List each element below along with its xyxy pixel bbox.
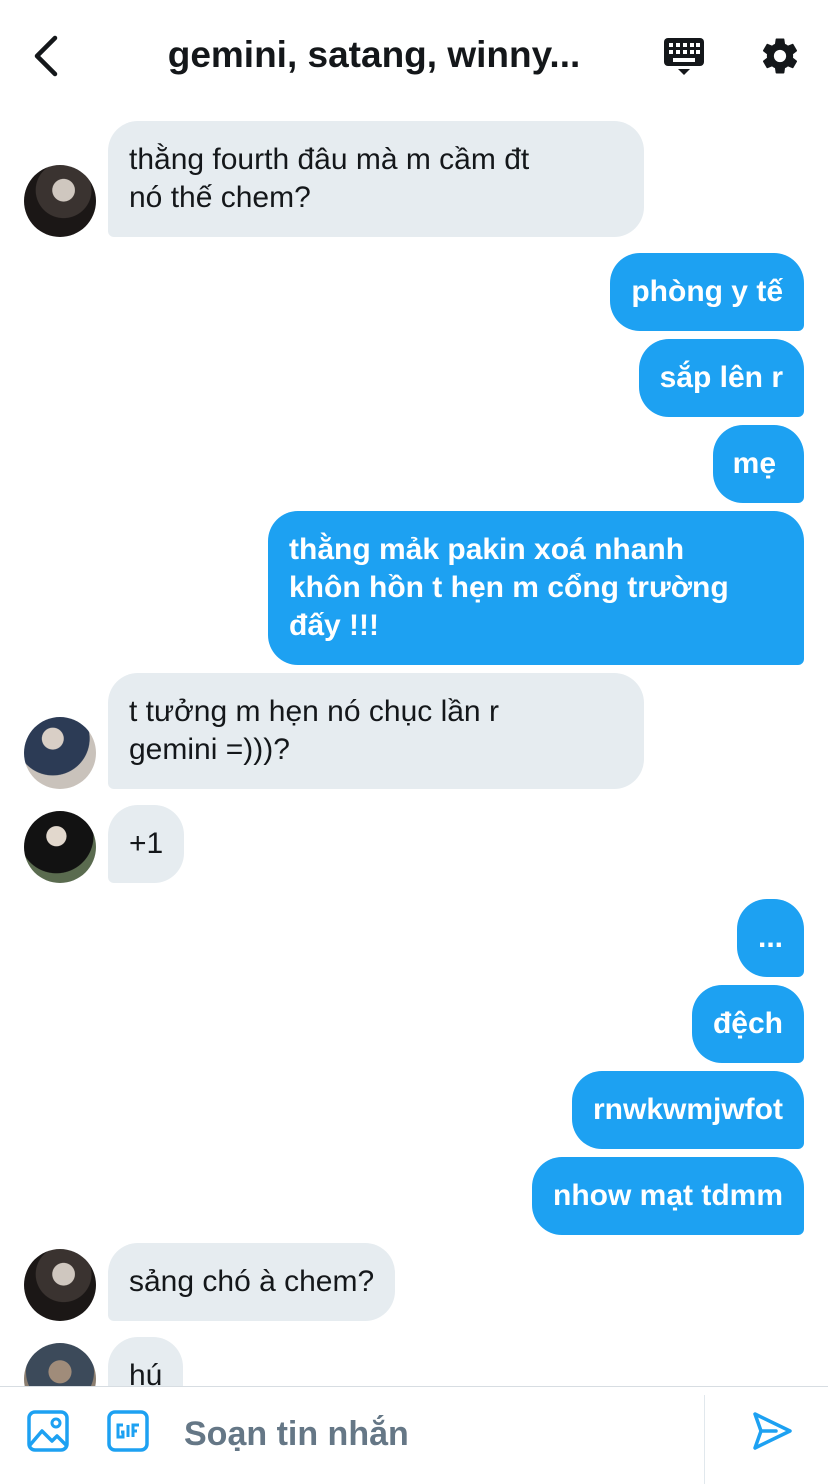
message-text: đấy !!! (289, 609, 379, 642)
message-bubble-incoming[interactable]: +1 (108, 805, 185, 883)
message-text: nó thế chem? (129, 181, 311, 214)
message-text: thằng mảk pakin xoá nhanh (289, 533, 685, 566)
message-text: thằng fourth đâu mà m cầm đt (129, 143, 530, 176)
avatar[interactable] (24, 1249, 96, 1321)
avatar[interactable] (24, 1343, 96, 1386)
message-text: rnwkwmjwfot (592, 1093, 783, 1126)
conversation-title[interactable]: gemini, satang, winny... (110, 34, 638, 76)
send-icon (753, 1412, 792, 1450)
message-bubble-outgoing[interactable]: mẹ (712, 425, 804, 503)
message-text: +1 (129, 827, 164, 860)
message-bubble-incoming[interactable]: sảng chó à chem? (108, 1243, 396, 1321)
message-bubble-outgoing[interactable]: đệch (691, 985, 804, 1063)
message-composer (0, 1386, 828, 1484)
composer-divider (704, 1395, 705, 1484)
keyboard-icon (664, 38, 704, 75)
message-bubble-incoming[interactable]: t tưởng m hẹn nó chục lần r gemini =)))? (108, 673, 644, 789)
message-bubble-outgoing[interactable]: sắp lên r (638, 339, 804, 417)
message-text: ... (757, 921, 783, 954)
message-thread[interactable]: thằng fourth đâu mà m cầm đt nó thế chem… (0, 112, 828, 1386)
chevron-left-icon (34, 35, 58, 77)
message-bubble-outgoing[interactable]: ... (736, 899, 804, 977)
message-text: khôn hồn t hẹn m cổng trường (289, 571, 729, 604)
conversation-header: gemini, satang, winny... (0, 0, 828, 112)
message-text: mẹ (732, 447, 776, 480)
gif-icon (107, 1410, 149, 1452)
message-text: gemini =)))? (129, 733, 290, 766)
message-text: hú (129, 1359, 163, 1386)
message-bubble-incoming[interactable]: thằng fourth đâu mà m cầm đt nó thế chem… (108, 121, 644, 237)
message-bubble-outgoing[interactable]: thằng mảk pakin xoá nhanh khôn hồn t hẹn… (268, 511, 804, 665)
back-button[interactable] (22, 28, 70, 84)
message-text: đệch (712, 1007, 783, 1040)
avatar[interactable] (24, 165, 96, 237)
add-image-button[interactable] (26, 1409, 70, 1453)
message-text: nhow mạt tdmm (553, 1179, 783, 1212)
gear-icon (762, 38, 798, 74)
message-text: phòng y tế (631, 275, 783, 308)
avatar[interactable] (24, 717, 96, 789)
message-bubble-incoming[interactable]: hú (108, 1337, 184, 1386)
message-input[interactable] (184, 1411, 684, 1457)
settings-button[interactable] (756, 32, 804, 80)
message-text: sảng chó à chem? (129, 1265, 375, 1298)
send-button[interactable] (750, 1409, 794, 1453)
message-bubble-outgoing[interactable]: nhow mạt tdmm (532, 1157, 804, 1235)
message-text: t tưởng m hẹn nó chục lần r (129, 695, 499, 728)
avatar[interactable] (24, 811, 96, 883)
add-gif-button[interactable] (106, 1409, 150, 1453)
image-icon (27, 1410, 69, 1452)
message-bubble-outgoing[interactable]: phòng y tế (610, 253, 804, 331)
keyboard-button[interactable] (660, 32, 708, 80)
message-bubble-outgoing[interactable]: rnwkwmjwfot (571, 1071, 804, 1149)
message-text: sắp lên r (659, 361, 783, 394)
